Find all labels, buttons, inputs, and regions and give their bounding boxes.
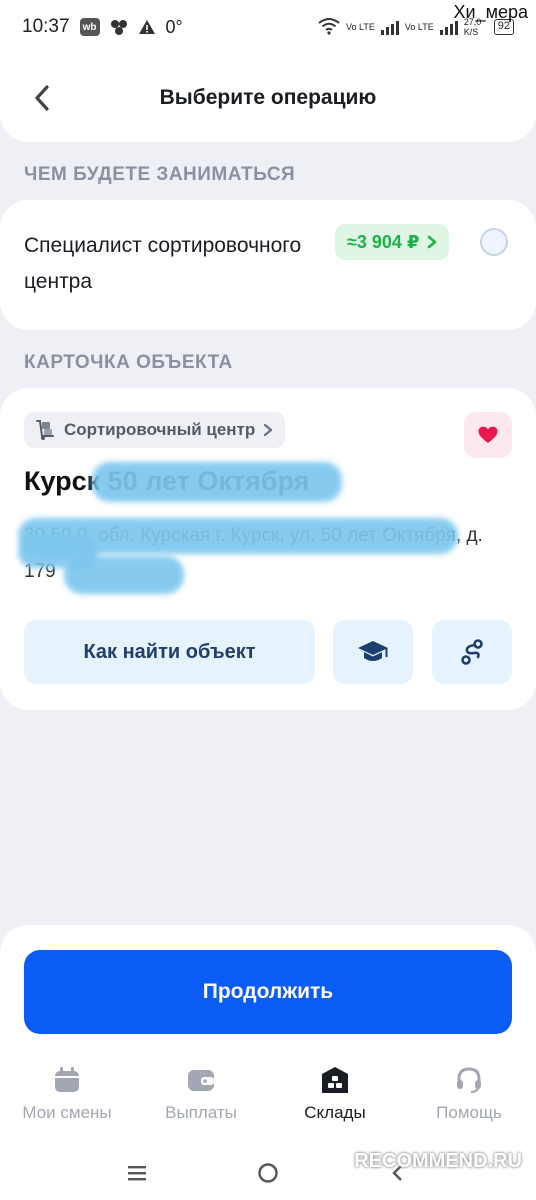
tab-warehouses[interactable]: Склады	[268, 1065, 402, 1145]
price-value: ≈3 904 ₽	[347, 231, 420, 252]
tab-help[interactable]: Помощь	[402, 1065, 536, 1145]
redaction-scribble	[92, 462, 342, 502]
continue-button[interactable]: Продолжить	[24, 950, 512, 1034]
job-title: Специалист сортировочного центра	[24, 234, 302, 293]
chevron-left-icon	[35, 85, 49, 111]
tab-label: Помощь	[436, 1103, 502, 1122]
object-type-chip[interactable]: Сортировочный центр	[24, 412, 286, 448]
route-icon	[461, 639, 483, 665]
status-time: 10:37	[22, 16, 70, 37]
warning-icon	[138, 19, 156, 35]
education-button[interactable]	[333, 620, 413, 684]
heart-icon	[478, 426, 498, 443]
job-radio[interactable]	[480, 228, 508, 256]
wallet-icon	[188, 1070, 214, 1091]
route-button[interactable]	[432, 620, 512, 684]
page-title: Выберите операцию	[159, 86, 377, 109]
trolley-icon	[36, 420, 54, 440]
cluster-icon	[110, 19, 128, 35]
volte-label-2: Vo LTE	[404, 22, 434, 32]
home-icon[interactable]	[257, 1162, 279, 1184]
headset-icon	[457, 1067, 481, 1093]
price-badge[interactable]: ≈3 904 ₽	[335, 224, 450, 260]
chevron-right-icon	[264, 423, 273, 437]
volte-label-1: Vo LTE	[346, 22, 375, 32]
tab-label: Мои смены	[22, 1103, 112, 1122]
wifi-icon	[318, 17, 340, 38]
calendar-icon	[55, 1067, 79, 1092]
tab-bar: Мои смены Выплаты Склады Помощь	[0, 1065, 536, 1145]
favorite-button[interactable]	[464, 412, 512, 458]
tab-payouts[interactable]: Выплаты	[134, 1065, 268, 1145]
tab-label: Склады	[304, 1103, 366, 1122]
job-option-card[interactable]: Специалист сортировочного центра ≈3 904 …	[0, 200, 536, 330]
watermark-bottom: RECOMMEND.RU	[354, 1150, 522, 1172]
wb-icon: wb	[79, 18, 100, 36]
section-label-object: КАРТОЧКА ОБЪЕКТА	[24, 352, 233, 373]
menu-icon[interactable]	[127, 1163, 147, 1183]
redaction-scribble	[18, 536, 98, 568]
object-type-label: Сортировочный центр	[64, 420, 256, 439]
header: Выберите операцию	[0, 54, 536, 142]
chevron-right-icon	[428, 235, 437, 249]
tab-my-shifts[interactable]: Мои смены	[0, 1065, 134, 1145]
object-card: Сортировочный центр Курск 50 лет Октября…	[0, 388, 536, 710]
tab-label: Выплаты	[165, 1103, 237, 1122]
how-to-find-button[interactable]: Как найти объект	[24, 620, 315, 684]
graduation-cap-icon	[358, 641, 388, 661]
back-button[interactable]	[24, 80, 60, 116]
section-label-job: ЧЕМ БУДЕТЕ ЗАНИМАТЬСЯ	[24, 164, 296, 185]
signal-icon	[380, 19, 399, 35]
watermark-top: Хи_мера	[453, 2, 528, 22]
status-temperature: 0°	[165, 16, 183, 37]
warehouse-icon	[322, 1067, 348, 1093]
